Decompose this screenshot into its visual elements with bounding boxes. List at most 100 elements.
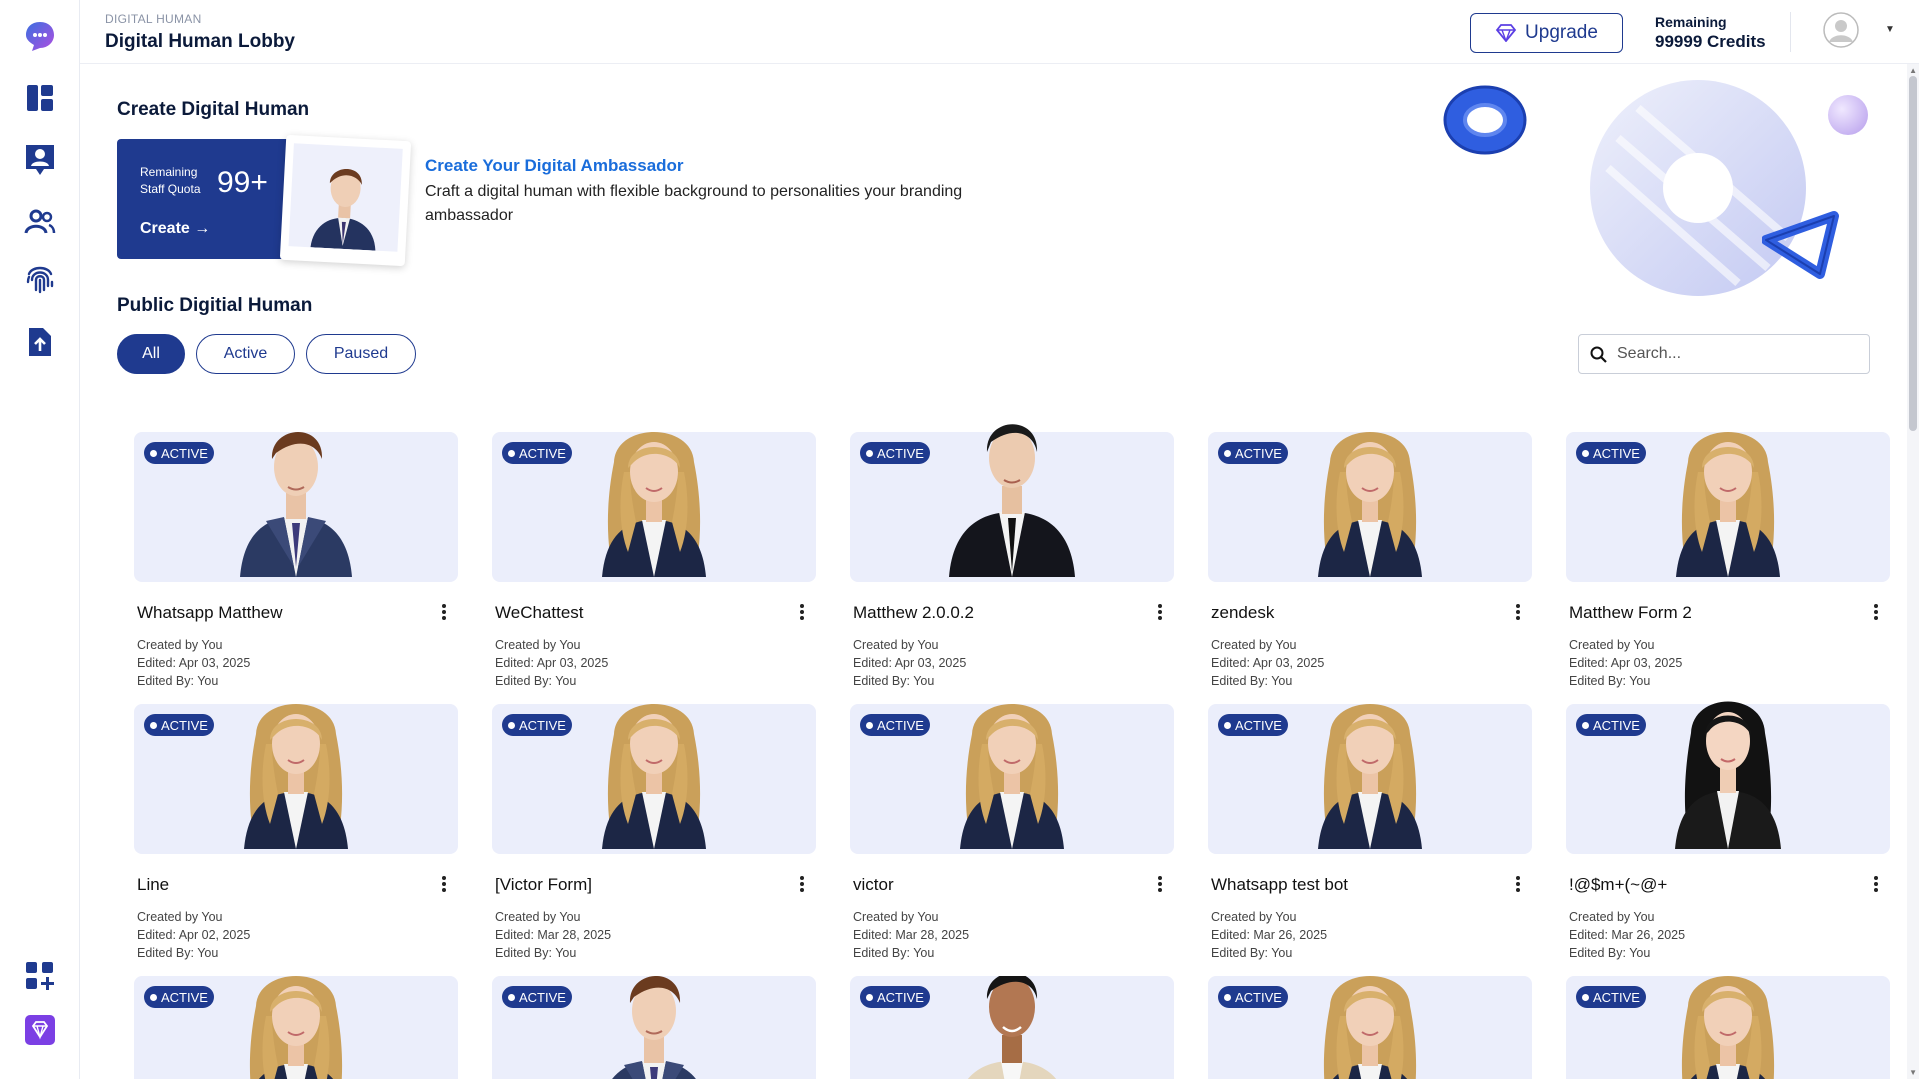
digital-human-card[interactable]: ACTIVE Whatsapp Matthew Created by You E… [134, 431, 458, 698]
apps-add-icon[interactable] [22, 958, 58, 994]
ambassador-description: Craft a digital human with flexible back… [425, 183, 963, 224]
status-dot-icon [508, 721, 515, 729]
edited-date: Edited: Apr 03, 2025 [137, 656, 251, 670]
card-thumbnail[interactable]: ACTIVE [492, 976, 816, 1079]
digital-human-card[interactable]: ACTIVE zendesk Created by You Edited: Ap… [1208, 432, 1532, 698]
card-title: [Victor Form] [495, 875, 592, 894]
more-options-icon[interactable] [1872, 602, 1880, 622]
card-thumbnail[interactable]: ACTIVE [134, 704, 458, 854]
edited-by: Edited By: You [495, 946, 577, 960]
ambassador-title[interactable]: Create Your Digital Ambassador [425, 156, 684, 176]
app-logo-icon[interactable] [22, 18, 58, 54]
fingerprint-icon[interactable] [22, 260, 58, 296]
page-scrollbar[interactable]: ▲ ▼ [1907, 64, 1919, 1079]
card-thumbnail[interactable]: ACTIVE [1566, 701, 1890, 854]
more-options-icon[interactable] [1872, 874, 1880, 894]
search-input[interactable] [1617, 345, 1857, 363]
upgrade-button[interactable]: Upgrade [1470, 13, 1623, 53]
user-avatar[interactable] [1823, 12, 1859, 48]
digital-human-card[interactable]: ACTIVE Line Created by You Edited: Apr 0… [134, 704, 458, 970]
top-header: DIGITAL HUMAN Digital Human Lobby Upgrad… [80, 0, 1919, 64]
card-thumbnail[interactable]: ACTIVE [850, 976, 1174, 1079]
filter-paused[interactable]: Paused [306, 334, 416, 374]
status-dot-icon [1582, 449, 1589, 457]
card-thumbnail[interactable]: ACTIVE [1208, 976, 1532, 1079]
created-by: Created by You [853, 910, 939, 924]
digital-human-card[interactable]: ACTIVE [1566, 976, 1890, 1079]
digital-human-card[interactable]: ACTIVE !@$m+(~@+ Created by You Edited: … [1566, 701, 1890, 970]
created-by: Created by You [495, 638, 581, 652]
digital-human-card[interactable]: ACTIVE [492, 976, 816, 1079]
digital-human-card[interactable]: ACTIVE victor Created by You Edited: Mar… [850, 704, 1174, 970]
user-card-icon[interactable] [22, 142, 58, 178]
digital-human-card[interactable]: ACTIVE [Victor Form] Created by You Edit… [492, 704, 816, 970]
scroll-thumb[interactable] [1909, 76, 1917, 431]
edited-date: Edited: Mar 26, 2025 [1569, 928, 1686, 942]
more-options-icon[interactable] [440, 602, 448, 622]
card-thumbnail[interactable]: ACTIVE [492, 432, 816, 582]
more-options-icon[interactable] [798, 602, 806, 622]
card-thumbnail[interactable]: ACTIVE [1566, 976, 1890, 1079]
diamond-icon[interactable] [22, 1012, 58, 1048]
status-dot-icon [1582, 993, 1589, 1001]
filter-active[interactable]: Active [196, 334, 295, 374]
filter-all[interactable]: All [117, 334, 185, 374]
digital-human-card[interactable]: ACTIVE Whatsapp test bot Created by You … [1208, 704, 1532, 970]
more-options-icon[interactable] [1514, 874, 1522, 894]
card-thumbnail[interactable]: ACTIVE [134, 976, 458, 1079]
digital-human-card[interactable]: ACTIVE [850, 976, 1174, 1079]
more-options-icon[interactable] [1156, 874, 1164, 894]
avatar-blonde-woman [942, 674, 1082, 854]
digital-human-card[interactable]: ACTIVE [134, 976, 458, 1079]
status-badge: ACTIVE [144, 714, 214, 736]
card-thumbnail[interactable]: ACTIVE [850, 424, 1174, 582]
card-thumbnail[interactable]: ACTIVE [1208, 432, 1532, 582]
breadcrumb: DIGITAL HUMAN [105, 12, 202, 26]
file-upload-icon[interactable] [22, 324, 58, 360]
card-meta: Created by You Edited: Mar 26, 2025 Edit… [1211, 908, 1327, 962]
created-by: Created by You [495, 910, 581, 924]
status-badge: ACTIVE [860, 714, 930, 736]
digital-human-card[interactable]: ACTIVE [1208, 976, 1532, 1079]
sidebar [0, 0, 80, 1079]
edited-by: Edited By: You [1569, 946, 1651, 960]
more-options-icon[interactable] [440, 874, 448, 894]
chevron-down-icon[interactable]: ▼ [1885, 24, 1895, 35]
more-options-icon[interactable] [1156, 602, 1164, 622]
avatar-blonde-woman [584, 402, 724, 582]
create-button[interactable]: Create → [140, 220, 210, 238]
avatar-blonde-woman [1658, 402, 1798, 582]
avatar-beige-suit-man [947, 976, 1077, 1079]
card-meta: Created by You Edited: Mar 28, 2025 Edit… [853, 908, 969, 962]
header-divider [1790, 12, 1791, 52]
public-section-title: Public Digitial Human [117, 295, 313, 316]
status-badge: ACTIVE [502, 714, 572, 736]
created-by: Created by You [853, 638, 939, 652]
more-options-icon[interactable] [1514, 602, 1522, 622]
card-thumbnail[interactable]: ACTIVE [1566, 432, 1890, 582]
digital-human-card[interactable]: ACTIVE Matthew 2.0.0.2 Created by You Ed… [850, 424, 1174, 698]
dashboard-icon[interactable] [22, 80, 58, 116]
digital-human-card[interactable]: ACTIVE Matthew Form 2 Created by You Edi… [1566, 432, 1890, 698]
card-thumbnail[interactable]: ACTIVE [1208, 704, 1532, 854]
card-thumbnail[interactable]: ACTIVE [850, 704, 1174, 854]
card-title: zendesk [1211, 603, 1275, 622]
quota-value: 99+ [217, 166, 268, 199]
digital-human-card[interactable]: ACTIVE WeChattest Created by You Edited:… [492, 432, 816, 698]
card-thumbnail[interactable]: ACTIVE [134, 431, 458, 582]
avatar-blonde-woman [1300, 674, 1440, 854]
created-by: Created by You [1569, 638, 1655, 652]
create-card[interactable]: Remaining Staff Quota 99+ Create → [117, 139, 292, 259]
scroll-down-arrow-icon[interactable]: ▼ [1909, 1068, 1917, 1077]
users-icon[interactable] [22, 204, 58, 240]
card-thumbnail[interactable]: ACTIVE [492, 704, 816, 854]
more-options-icon[interactable] [798, 874, 806, 894]
triangle-decoration-icon [1762, 211, 1839, 279]
status-badge: ACTIVE [144, 442, 214, 464]
upgrade-label: Upgrade [1525, 22, 1598, 43]
avatar-young-man [236, 397, 356, 582]
scroll-up-arrow-icon[interactable]: ▲ [1909, 66, 1917, 75]
card-meta: Created by You Edited: Mar 26, 2025 Edit… [1569, 908, 1685, 962]
created-by: Created by You [137, 638, 223, 652]
search-field[interactable] [1578, 334, 1870, 374]
